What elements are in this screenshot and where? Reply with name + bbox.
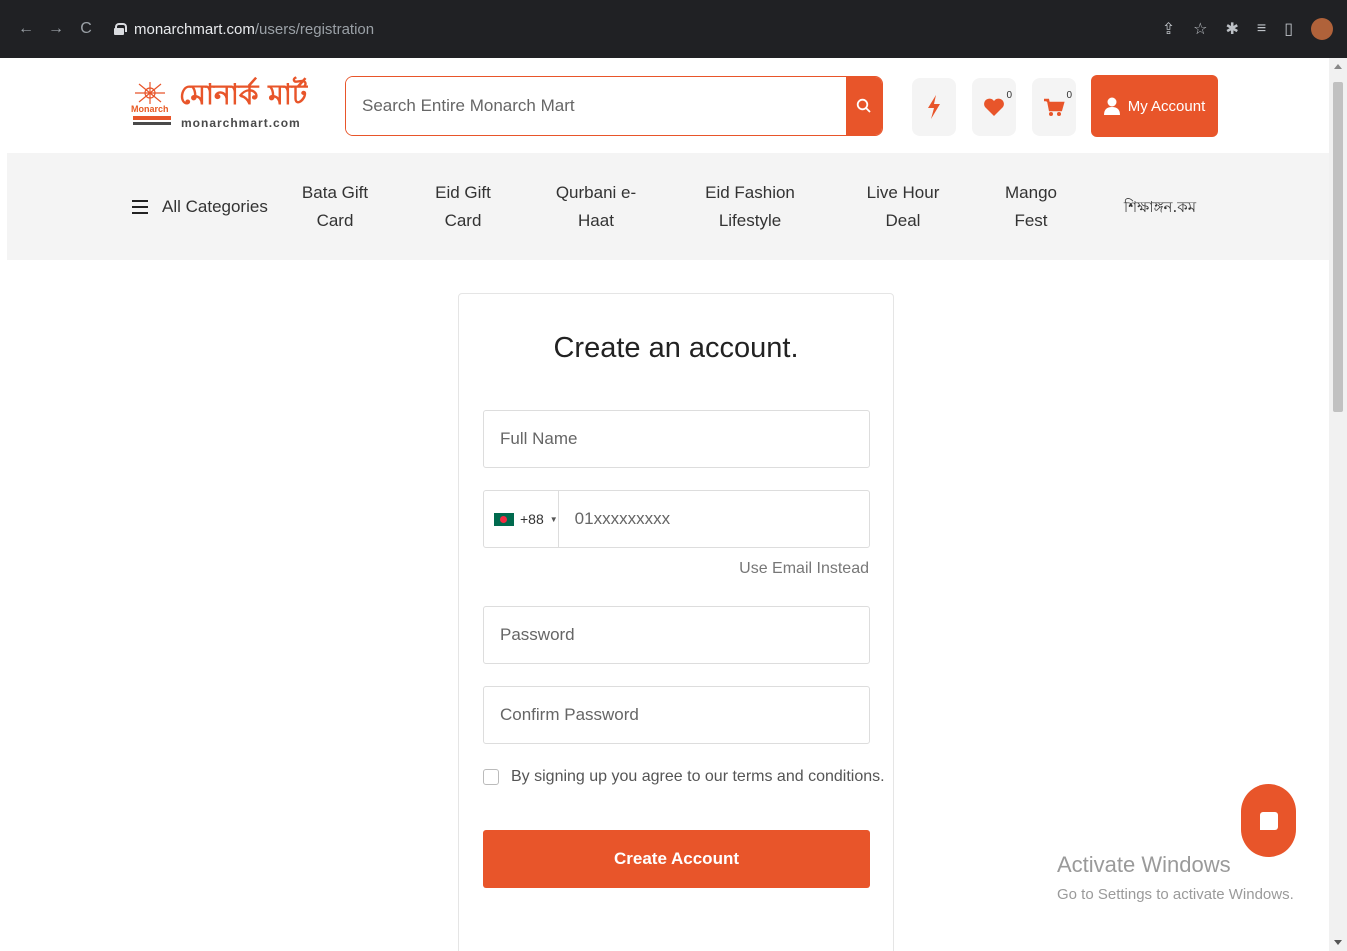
lightning-icon (928, 95, 940, 119)
category-label-line2: Lifestyle (718, 210, 782, 230)
category-label-line2: Haat (578, 210, 614, 230)
bangladesh-flag-icon (494, 512, 514, 526)
category-label-line1: Qurbani e- (555, 182, 637, 202)
url-host: monarchmart.com (134, 20, 255, 38)
wishlist-count: 0 (1006, 90, 1012, 101)
logo-domain: monarchmart.com (181, 116, 301, 130)
caret-down-icon: ▼ (549, 514, 558, 524)
terms-checkbox[interactable] (483, 769, 499, 785)
my-account-label: My Account (1127, 97, 1206, 115)
bookmark-star-icon[interactable]: ☆ (1193, 19, 1207, 39)
reading-list-icon[interactable]: ≡ (1257, 20, 1266, 38)
category-label-line1: Mango (1005, 182, 1057, 202)
category-nav: All Categories Bata Gift Card Eid Gift Car… (7, 153, 1329, 260)
share-icon[interactable]: ⇪ (1162, 19, 1175, 39)
scroll-down-icon[interactable] (1334, 940, 1342, 945)
category-item-live-hour-deal[interactable]: Live Hour Deal (855, 153, 951, 260)
my-account-button[interactable]: My Account (1091, 75, 1218, 137)
extensions-icon[interactable]: ✱ (1225, 19, 1238, 39)
confirm-password-input[interactable] (484, 687, 869, 743)
all-categories-button[interactable]: All Categories (132, 153, 268, 260)
menu-icon (132, 199, 148, 214)
activate-windows-subtitle: Go to Settings to activate Windows. (1057, 886, 1294, 903)
profile-avatar[interactable] (1311, 18, 1333, 40)
terms-label: By signing up you agree to our terms and… (511, 768, 885, 785)
site-logo[interactable]: Monarch মোনার্ক মার্ট monarchmart.com (131, 78, 311, 134)
category-label-line1: শিক্ষাঙ্গন.কম (1123, 197, 1197, 216)
category-item-qurbani-e-haat[interactable]: Qurbani e- Haat (541, 153, 651, 260)
category-label-line2: Deal (885, 210, 921, 230)
search-input[interactable] (346, 77, 846, 135)
category-label-line1: Live Hour (866, 182, 940, 202)
address-bar[interactable]: monarchmart.com /users/registration (114, 11, 374, 47)
registration-card: Create an account. +88 ▼ Use Email Inste… (458, 293, 894, 951)
phone-field: +88 ▼ (483, 490, 870, 548)
password-field (483, 606, 870, 664)
category-label-line2: Card (444, 210, 482, 230)
country-code-select[interactable]: +88 ▼ (484, 491, 559, 547)
password-input[interactable] (484, 607, 869, 663)
full-name-input[interactable] (484, 411, 869, 467)
logo-brand-en: Monarch (131, 104, 169, 114)
category-label-line1: Eid Fashion (705, 182, 795, 202)
user-icon (1103, 97, 1120, 115)
use-email-link[interactable]: Use Email Instead (739, 560, 869, 578)
country-code: +88 (520, 511, 544, 527)
reload-icon[interactable]: C (74, 20, 98, 38)
category-item-bata-gift-card[interactable]: Bata Gift Card (293, 153, 377, 260)
heart-icon (984, 98, 1004, 116)
activate-windows-title: Activate Windows (1057, 852, 1231, 877)
phone-input[interactable] (558, 491, 869, 547)
back-icon[interactable]: ← (14, 20, 38, 38)
terms-row: By signing up you agree to our terms and… (483, 768, 885, 786)
cart-button[interactable]: 0 (1032, 78, 1076, 136)
site-header: Monarch মোনার্ক মার্ট monarchmart.com 0 … (7, 58, 1329, 153)
chat-button[interactable] (1241, 784, 1296, 857)
category-label-line1: Bata Gift (301, 182, 369, 202)
flash-deal-button[interactable] (912, 78, 956, 136)
forward-icon[interactable]: → (44, 20, 68, 38)
wishlist-button[interactable]: 0 (972, 78, 1016, 136)
search-icon (856, 98, 871, 113)
lock-icon (114, 23, 127, 35)
create-account-button[interactable]: Create Account (483, 830, 870, 888)
full-name-field (483, 410, 870, 468)
confirm-password-field (483, 686, 870, 744)
all-categories-label: All Categories (162, 196, 268, 216)
scrollbar-thumb[interactable] (1333, 82, 1343, 412)
scroll-up-icon[interactable] (1334, 64, 1342, 69)
category-item-shikkhangon[interactable]: শিক্ষাঙ্গন.কম (1105, 153, 1215, 260)
browser-toolbar: ← → C monarchmart.com /users/registratio… (0, 0, 1347, 58)
chat-bubble-icon (1259, 811, 1278, 830)
category-item-mango-fest[interactable]: Mango Fest (991, 153, 1071, 260)
page-title: Create an account. (553, 332, 799, 364)
search-bar (345, 76, 883, 136)
side-panel-icon[interactable]: ▯ (1284, 19, 1293, 39)
url-path: /users/registration (254, 20, 375, 38)
cart-count: 0 (1066, 90, 1072, 101)
cart-icon (1044, 98, 1065, 116)
search-button[interactable] (846, 77, 882, 135)
category-label-line1: Eid Gift (435, 182, 491, 202)
category-item-eid-fashion-lifestyle[interactable]: Eid Fashion Lifestyle (690, 153, 810, 260)
category-label-line2: Fest (1014, 210, 1048, 230)
logo-brand-bn: মোনার্ক মার্ট (179, 78, 308, 111)
page-scrollbar[interactable] (1329, 58, 1347, 951)
category-label-line2: Card (316, 210, 354, 230)
category-item-eid-gift-card[interactable]: Eid Gift Card (421, 153, 505, 260)
